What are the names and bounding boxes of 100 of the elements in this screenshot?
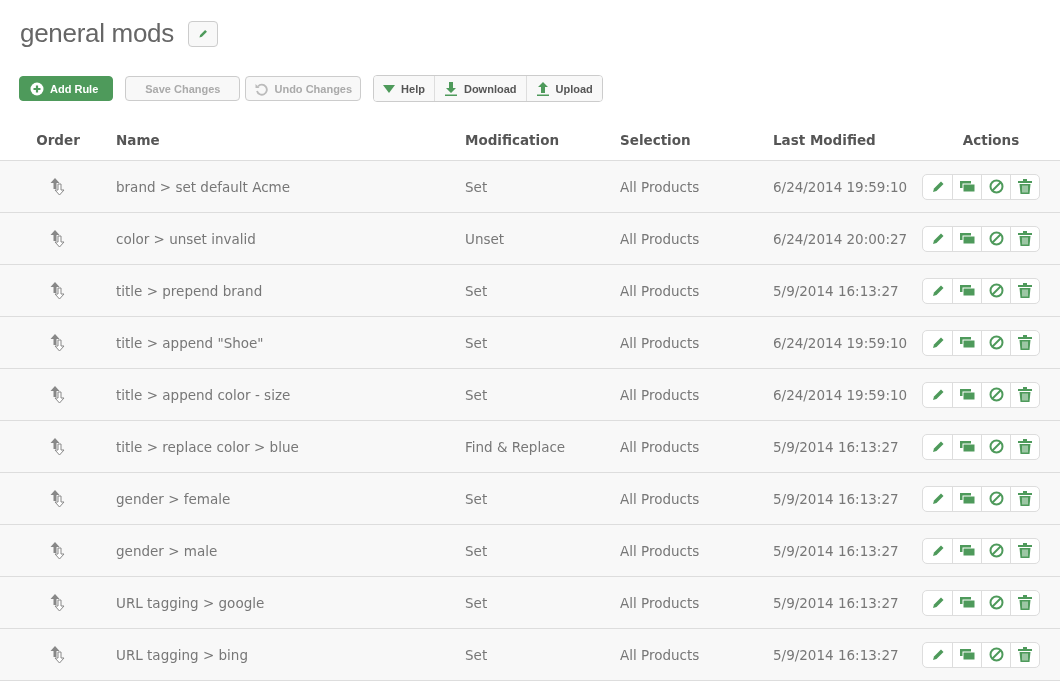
pencil-icon xyxy=(930,231,945,246)
copy-icon xyxy=(959,440,975,453)
selection-cell-text: All Products xyxy=(620,542,701,559)
last-modified-cell-text: 5/9/2014 16:13:27 xyxy=(773,542,900,559)
last-modified-cell-text: 6/24/2014 19:59:10 xyxy=(773,386,909,403)
column-header: Name xyxy=(116,132,161,148)
copy-icon xyxy=(959,648,975,661)
reorder-arrows-icon[interactable] xyxy=(50,333,66,352)
column-header: Order xyxy=(35,132,81,148)
pencil-icon xyxy=(930,439,945,454)
disable-icon xyxy=(988,179,1004,194)
copy-icon xyxy=(959,388,975,401)
edit-title-button[interactable] xyxy=(187,20,218,47)
rule-name: URL tagging > bing xyxy=(116,646,249,663)
copy-icon xyxy=(959,180,975,193)
column-header: Last Modified xyxy=(773,132,877,148)
modification-cell-text: Set xyxy=(465,334,489,351)
pencil-icon xyxy=(930,491,945,506)
help-button[interactable]: Help xyxy=(374,76,434,101)
reorder-arrows-icon[interactable] xyxy=(50,281,66,300)
last-modified-cell-text: 5/9/2014 16:13:27 xyxy=(773,490,900,507)
page-title: general mods xyxy=(20,18,174,49)
reorder-arrows-icon[interactable] xyxy=(50,489,66,508)
copy-icon xyxy=(959,232,975,245)
rule-name: color > unset invalid xyxy=(116,230,257,247)
copy-icon xyxy=(959,284,975,297)
modification-cell-text: Set xyxy=(465,490,489,507)
rule-name: gender > male xyxy=(116,542,219,559)
rule-name: title > replace color > blue xyxy=(116,438,300,455)
undo-icon xyxy=(254,81,269,96)
modification-cell-text: Set xyxy=(465,282,489,299)
selection-cell-text: All Products xyxy=(620,230,701,247)
trash-icon xyxy=(1018,387,1032,402)
pencil-icon xyxy=(930,647,945,662)
last-modified-cell-text: 5/9/2014 16:13:27 xyxy=(773,282,900,299)
reorder-arrows-icon[interactable] xyxy=(50,593,66,612)
upload-icon xyxy=(535,81,550,96)
modification-cell-text: Set xyxy=(465,542,489,559)
rule-name: title > append "Shoe" xyxy=(116,334,265,351)
selection-cell-text: All Products xyxy=(620,386,701,403)
rule-name: URL tagging > google xyxy=(116,594,266,611)
rule-name: brand > set default Acme xyxy=(116,178,291,195)
copy-icon xyxy=(959,596,975,609)
copy-icon xyxy=(959,544,975,557)
trash-icon xyxy=(1018,283,1032,298)
disable-icon xyxy=(988,491,1004,506)
disable-icon xyxy=(988,283,1004,298)
disable-icon xyxy=(988,647,1004,662)
disable-icon xyxy=(988,231,1004,246)
selection-cell-text: All Products xyxy=(620,490,701,507)
reorder-arrows-icon[interactable] xyxy=(50,541,66,560)
disable-icon xyxy=(988,387,1004,402)
pencil-icon xyxy=(930,543,945,558)
last-modified-cell-text: 5/9/2014 16:13:27 xyxy=(773,646,900,663)
last-modified-cell-text: 6/24/2014 19:59:10 xyxy=(773,178,909,195)
pencil-icon xyxy=(930,179,945,194)
selection-cell-text: All Products xyxy=(620,594,701,611)
pencil-icon xyxy=(930,335,945,350)
last-modified-cell-text: 6/24/2014 19:59:10 xyxy=(773,334,909,351)
last-modified-cell-text: 5/9/2014 16:13:27 xyxy=(773,594,900,611)
disable-icon xyxy=(988,439,1004,454)
copy-icon xyxy=(959,336,975,349)
reorder-arrows-icon[interactable] xyxy=(50,437,66,456)
rule-name: title > append color - size xyxy=(116,386,292,403)
trash-icon xyxy=(1018,647,1032,662)
selection-cell-text: All Products xyxy=(620,646,701,663)
last-modified-cell-text: 5/9/2014 16:13:27 xyxy=(773,438,900,455)
modification-cell-text: Set xyxy=(465,594,489,611)
pencil-icon xyxy=(930,283,945,298)
column-header: Modification xyxy=(465,132,561,148)
reorder-arrows-icon[interactable] xyxy=(50,645,66,664)
download-button[interactable]: Download xyxy=(433,76,526,101)
reorder-arrows-icon[interactable] xyxy=(50,385,66,404)
trash-icon xyxy=(1018,595,1032,610)
pencil-icon xyxy=(930,387,945,402)
rule-name: gender > female xyxy=(116,490,232,507)
modification-cell-text: Set xyxy=(465,386,489,403)
caret-down-icon xyxy=(383,83,396,94)
selection-cell-text: All Products xyxy=(620,334,701,351)
disable-icon xyxy=(988,335,1004,350)
reorder-arrows-icon[interactable] xyxy=(50,177,66,196)
copy-icon xyxy=(959,492,975,505)
selection-cell-text: All Products xyxy=(620,438,701,455)
trash-icon xyxy=(1018,439,1032,454)
last-modified-cell-text: 6/24/2014 20:00:27 xyxy=(773,230,909,247)
trash-icon xyxy=(1018,491,1032,506)
trash-icon xyxy=(1018,179,1032,194)
disable-icon xyxy=(988,595,1004,610)
selection-cell-text: All Products xyxy=(620,178,701,195)
modification-cell-text: Set xyxy=(465,178,489,195)
trash-icon xyxy=(1018,543,1032,558)
selection-cell-text: All Products xyxy=(620,282,701,299)
trash-icon xyxy=(1018,335,1032,350)
disable-icon xyxy=(988,543,1004,558)
modification-cell-text: Unset xyxy=(465,230,506,247)
reorder-arrows-icon[interactable] xyxy=(50,229,66,248)
modification-cell-text: Set xyxy=(465,646,489,663)
upload-button[interactable]: Upload xyxy=(525,76,602,101)
pencil-icon xyxy=(930,595,945,610)
modification-cell-text: Find & Replace xyxy=(465,438,567,455)
